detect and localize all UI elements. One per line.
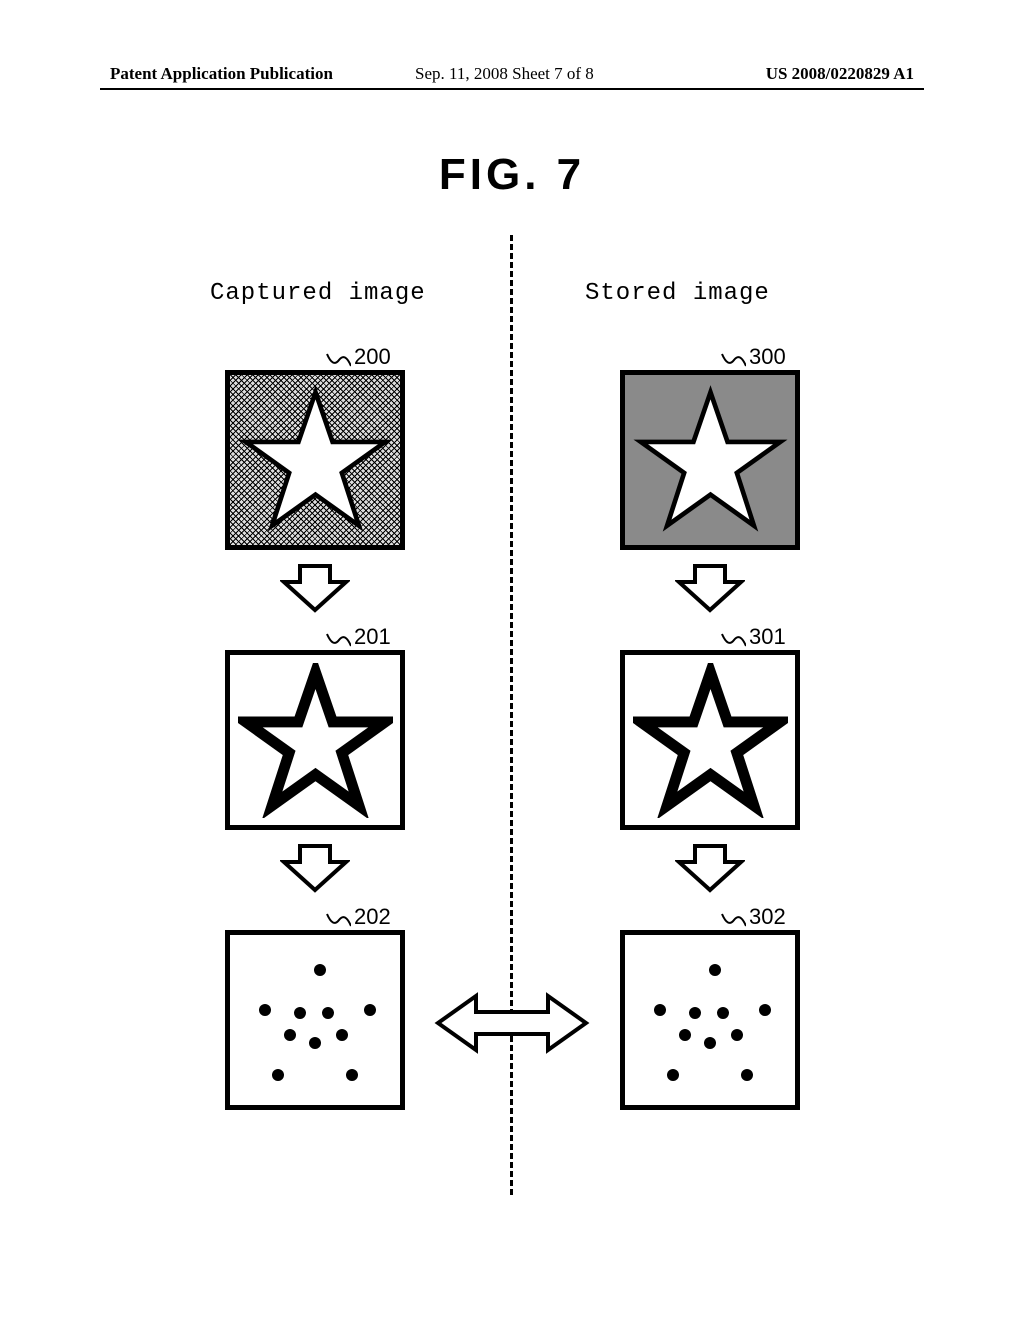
down-arrow-icon bbox=[280, 562, 350, 619]
ref-301: 301 bbox=[749, 624, 786, 650]
down-arrow-icon bbox=[675, 842, 745, 899]
panel-200 bbox=[225, 370, 405, 550]
ref-200: 200 bbox=[354, 344, 391, 370]
star-icon bbox=[230, 375, 400, 545]
leader-line-icon bbox=[325, 632, 351, 652]
leader-line-icon bbox=[325, 912, 351, 932]
panel-201 bbox=[225, 650, 405, 830]
panel-300 bbox=[620, 370, 800, 550]
dots-icon bbox=[625, 935, 795, 1105]
star-outline-icon bbox=[230, 655, 400, 825]
ref-300: 300 bbox=[749, 344, 786, 370]
ref-202: 202 bbox=[354, 904, 391, 930]
star-icon bbox=[625, 375, 795, 545]
ref-302: 302 bbox=[749, 904, 786, 930]
leader-line-icon bbox=[720, 912, 746, 932]
panel-301 bbox=[620, 650, 800, 830]
figure-panels: 200 201 bbox=[0, 0, 1024, 1320]
leader-line-icon bbox=[325, 352, 351, 372]
bidirectional-arrow-icon bbox=[432, 988, 592, 1063]
leader-line-icon bbox=[720, 632, 746, 652]
patent-figure-page: Patent Application Publication Sep. 11, … bbox=[0, 0, 1024, 1320]
ref-201: 201 bbox=[354, 624, 391, 650]
panel-202 bbox=[225, 930, 405, 1110]
star-outline-icon bbox=[625, 655, 795, 825]
down-arrow-icon bbox=[675, 562, 745, 619]
dots-icon bbox=[230, 935, 400, 1105]
panel-302 bbox=[620, 930, 800, 1110]
down-arrow-icon bbox=[280, 842, 350, 899]
leader-line-icon bbox=[720, 352, 746, 372]
